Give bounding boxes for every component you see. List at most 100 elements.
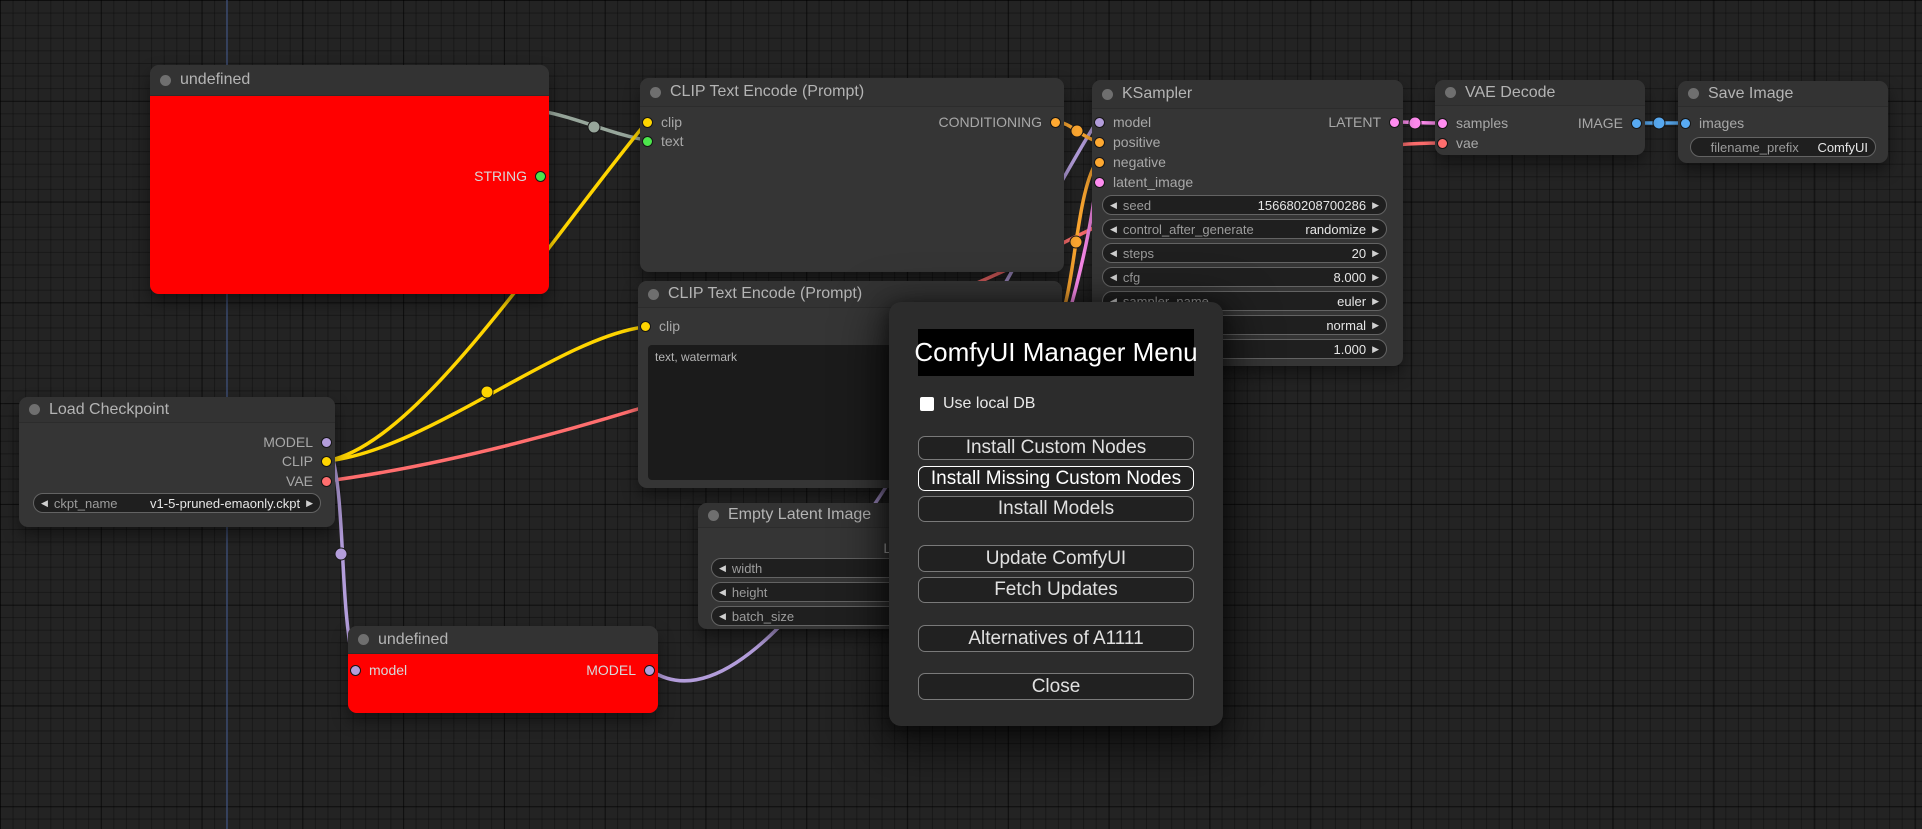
update-comfyui-button[interactable]: Update ComfyUI [918, 545, 1194, 572]
slot-label: VAE [286, 473, 313, 489]
input-slot-negative[interactable] [1094, 156, 1105, 168]
slot-label: STRING [474, 168, 527, 184]
increment-arrow[interactable]: ▶ [1372, 243, 1379, 263]
node-title: KSampler [1122, 85, 1193, 102]
node-body: clip text CONDITIONING [640, 107, 1064, 272]
node-titlebar[interactable]: CLIP Text Encode (Prompt) [640, 78, 1064, 107]
slot-label: positive [1113, 134, 1161, 150]
node-body: model MODEL [348, 654, 658, 713]
node-title: Load Checkpoint [49, 400, 170, 418]
slot-label: samples [1456, 115, 1509, 131]
dialog-title: ComfyUI Manager Menu [914, 329, 1198, 376]
slot-label: text [661, 133, 684, 149]
output-slot-string[interactable] [535, 170, 546, 182]
input-slot-model[interactable] [1094, 116, 1105, 128]
output-slot-image[interactable] [1631, 117, 1642, 129]
slot-label: images [1699, 115, 1745, 131]
node-title: CLIP Text Encode (Prompt) [668, 285, 863, 302]
increment-arrow[interactable]: ▶ [1372, 339, 1379, 359]
widget-seed[interactable]: ◀ seed 156680208700286 ▶ [1102, 195, 1387, 215]
decrement-arrow[interactable]: ◀ [1110, 243, 1117, 263]
node-undefined-2[interactable]: undefined model MODEL [348, 626, 658, 713]
node-undefined-1[interactable]: undefined STRING [150, 65, 549, 294]
slot-label: model [1113, 114, 1152, 130]
node-body: STRING [150, 96, 549, 294]
increment-arrow[interactable]: ▶ [306, 493, 313, 513]
node-titlebar[interactable]: undefined [150, 65, 549, 96]
increment-arrow[interactable]: ▶ [1372, 315, 1379, 335]
output-slot-conditioning[interactable] [1050, 116, 1061, 128]
node-load-checkpoint[interactable]: Load Checkpoint MODEL CLIP VAE ◀ ckpt_na… [19, 397, 335, 527]
input-slot-clip[interactable] [642, 116, 653, 128]
output-slot-vae[interactable] [321, 475, 332, 487]
decrement-arrow[interactable]: ◀ [1110, 195, 1117, 215]
slot-label: negative [1113, 154, 1166, 170]
input-slot-vae[interactable] [1437, 137, 1448, 149]
increment-arrow[interactable]: ▶ [1372, 267, 1379, 287]
output-slot-clip[interactable] [321, 455, 332, 467]
use-local-db-checkbox[interactable] [920, 397, 934, 411]
node-clip-text-encode-1[interactable]: CLIP Text Encode (Prompt) clip text COND… [640, 78, 1064, 272]
node-vae-decode[interactable]: VAE Decode samples vae IMAGE [1435, 80, 1645, 155]
increment-arrow[interactable]: ▶ [1372, 291, 1379, 311]
node-status-icon [648, 288, 659, 300]
slot-label: IMAGE [1577, 115, 1623, 131]
node-titlebar[interactable]: Save Image [1678, 81, 1888, 107]
input-slot-clip[interactable] [640, 320, 651, 332]
widget-cfg[interactable]: ◀ cfg 8.000 ▶ [1102, 267, 1387, 287]
wire-string-to-text [539, 109, 648, 142]
close-button[interactable]: Close [918, 673, 1194, 700]
node-title: Save Image [1708, 84, 1794, 102]
decrement-arrow[interactable]: ◀ [719, 606, 726, 626]
decrement-arrow[interactable]: ◀ [41, 493, 48, 513]
install-models-button[interactable]: Install Models [918, 496, 1194, 522]
node-status-icon [650, 86, 661, 98]
input-slot-positive[interactable] [1094, 136, 1105, 148]
input-slot-latent-image[interactable] [1094, 176, 1105, 188]
slot-label: vae [1456, 135, 1479, 151]
node-save-image[interactable]: Save Image images filename_prefix ComfyU… [1678, 81, 1888, 163]
input-slot-samples[interactable] [1437, 117, 1448, 129]
decrement-arrow[interactable]: ◀ [1110, 219, 1117, 239]
wire-dot [1069, 235, 1083, 249]
decrement-arrow[interactable]: ◀ [1110, 267, 1117, 287]
node-status-icon [1688, 88, 1699, 99]
output-slot-latent[interactable] [1389, 116, 1400, 128]
slot-label: clip [661, 114, 683, 130]
node-body: samples vae IMAGE [1435, 106, 1645, 155]
widget-ckpt-name[interactable]: ◀ ckpt_name v1-5-pruned-emaonly.ckpt ▶ [33, 493, 321, 513]
node-title: VAE Decode [1465, 83, 1556, 101]
node-body: MODEL CLIP VAE ◀ ckpt_name v1-5-pruned-e… [19, 423, 335, 527]
slot-label: CLIP [281, 453, 313, 469]
input-slot-model[interactable] [350, 664, 361, 676]
output-slot-model[interactable] [644, 664, 655, 676]
node-status-icon [708, 509, 719, 521]
input-slot-text[interactable] [642, 135, 653, 147]
install-missing-custom-nodes-button[interactable]: Install Missing Custom Nodes [918, 466, 1194, 491]
wire-clip-to-clip2 [325, 325, 646, 463]
node-title: undefined [180, 71, 251, 88]
node-titlebar[interactable]: Load Checkpoint [19, 397, 335, 423]
node-canvas[interactable]: undefined STRING CLIP Text Encode (Promp… [0, 0, 1922, 829]
decrement-arrow[interactable]: ◀ [719, 558, 726, 578]
wire-dot [1408, 116, 1422, 130]
decrement-arrow[interactable]: ◀ [719, 582, 726, 602]
node-title: CLIP Text Encode (Prompt) [670, 83, 865, 100]
slot-label: MODEL [586, 662, 636, 678]
widget-steps[interactable]: ◀ steps 20 ▶ [1102, 243, 1387, 263]
install-custom-nodes-button[interactable]: Install Custom Nodes [918, 436, 1194, 460]
alternatives-of-a1111-button[interactable]: Alternatives of A1111 [918, 625, 1194, 652]
node-titlebar[interactable]: VAE Decode [1435, 80, 1645, 106]
wire-dot [1652, 116, 1666, 130]
node-status-icon [160, 74, 171, 86]
input-slot-images[interactable] [1680, 117, 1691, 129]
node-titlebar[interactable]: KSampler [1092, 80, 1403, 109]
widget-filename-prefix[interactable]: filename_prefix ComfyUI [1690, 137, 1876, 157]
fetch-updates-button[interactable]: Fetch Updates [918, 577, 1194, 603]
slot-label: latent_image [1113, 174, 1194, 190]
widget-control-after-generate[interactable]: ◀ control_after_generate randomize ▶ [1102, 219, 1387, 239]
increment-arrow[interactable]: ▶ [1372, 195, 1379, 215]
output-slot-model[interactable] [321, 436, 332, 448]
increment-arrow[interactable]: ▶ [1372, 219, 1379, 239]
node-titlebar[interactable]: undefined [348, 626, 658, 654]
